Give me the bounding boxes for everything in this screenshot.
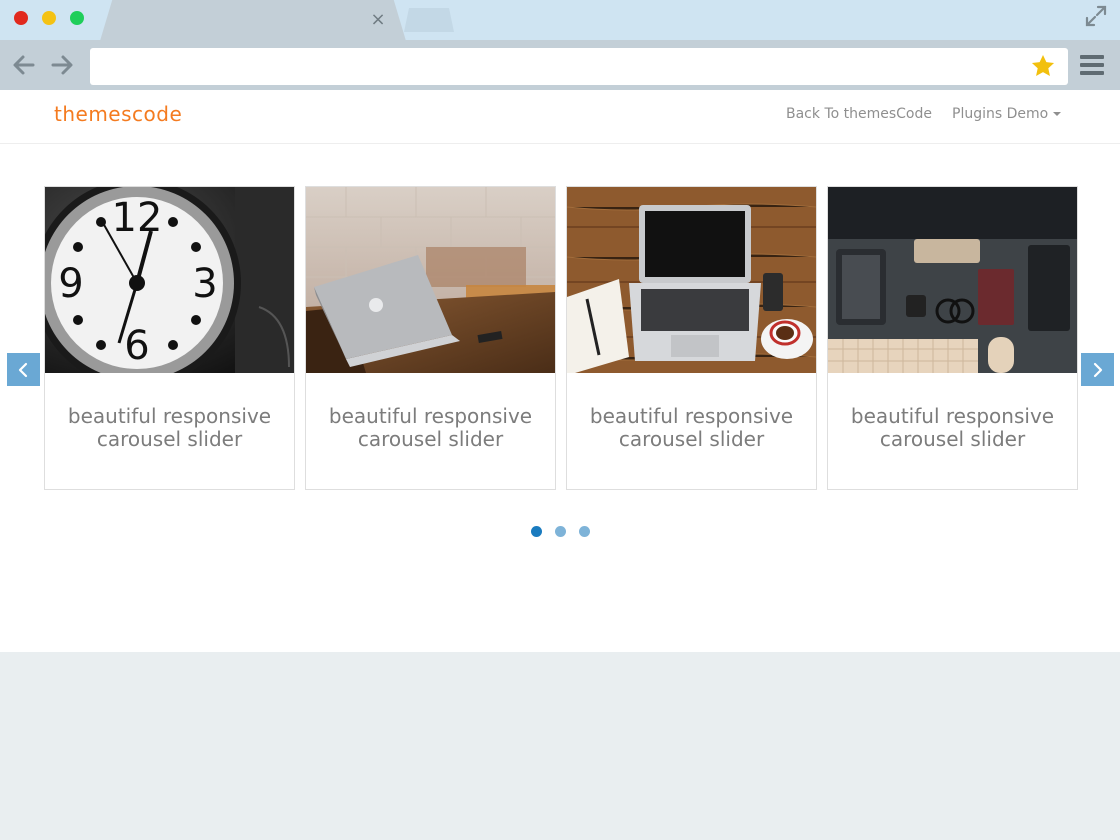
carousel-slide-3[interactable]: beautiful responsive carousel slider xyxy=(566,186,817,490)
laptop-on-table-photo xyxy=(306,187,555,373)
carousel-pagination xyxy=(531,526,591,538)
laptop-desk-coffee-photo xyxy=(567,187,816,373)
slide-caption: beautiful responsive carousel slider xyxy=(850,404,1055,451)
plugins-demo-dropdown[interactable]: Plugins Demo xyxy=(952,106,1062,122)
caret-down-icon xyxy=(1053,112,1062,116)
back-arrow-icon[interactable] xyxy=(12,54,36,76)
browser-toolbar xyxy=(0,40,1120,90)
plugins-demo-label: Plugins Demo xyxy=(952,106,1049,122)
chevron-right-icon xyxy=(1093,362,1103,378)
maximize-window-button[interactable] xyxy=(70,11,84,25)
new-tab-button[interactable] xyxy=(404,8,454,32)
svg-text:6: 6 xyxy=(124,323,149,369)
tab-close-icon[interactable]: × xyxy=(368,10,388,30)
carousel-next-button[interactable] xyxy=(1081,353,1114,386)
slide-caption: beautiful responsive carousel slider xyxy=(67,404,272,451)
carousel-slide-2[interactable]: beautiful responsive carousel slider xyxy=(305,186,556,490)
carousel-dot-1[interactable] xyxy=(531,526,542,537)
hamburger-menu-icon[interactable] xyxy=(1080,55,1106,77)
carousel-slide-1[interactable]: 12 3 6 9 beautiful responsive carousel s… xyxy=(44,186,295,490)
svg-text:12: 12 xyxy=(112,195,163,241)
carousel-prev-button[interactable] xyxy=(7,353,40,386)
clock-photo: 12 3 6 9 xyxy=(45,187,294,373)
dark-desk-setup-photo xyxy=(828,187,1077,373)
page-viewport: themescode Back To themesCode Plugins De… xyxy=(0,90,1120,652)
fullscreen-icon[interactable] xyxy=(1084,4,1108,28)
browser-tab-active[interactable] xyxy=(100,0,406,41)
svg-text:3: 3 xyxy=(192,261,217,307)
back-to-themescode-link[interactable]: Back To themesCode xyxy=(786,106,932,122)
close-window-button[interactable] xyxy=(14,11,28,25)
carousel-slide-4[interactable]: beautiful responsive carousel slider xyxy=(827,186,1078,490)
forward-arrow-icon[interactable] xyxy=(50,54,74,76)
browser-titlebar: × xyxy=(0,0,1120,41)
carousel-dot-2[interactable] xyxy=(555,526,566,537)
slide-caption: beautiful responsive carousel slider xyxy=(328,404,533,451)
brand-logo[interactable]: themescode xyxy=(54,102,182,126)
address-bar-input[interactable] xyxy=(90,48,1068,85)
svg-text:9: 9 xyxy=(58,261,83,307)
chevron-left-icon xyxy=(18,362,28,378)
carousel-dot-3[interactable] xyxy=(579,526,590,537)
slide-caption: beautiful responsive carousel slider xyxy=(589,404,794,451)
minimize-window-button[interactable] xyxy=(42,11,56,25)
site-navbar: themescode Back To themesCode Plugins De… xyxy=(0,90,1120,144)
bookmark-star-icon[interactable] xyxy=(1030,53,1056,79)
